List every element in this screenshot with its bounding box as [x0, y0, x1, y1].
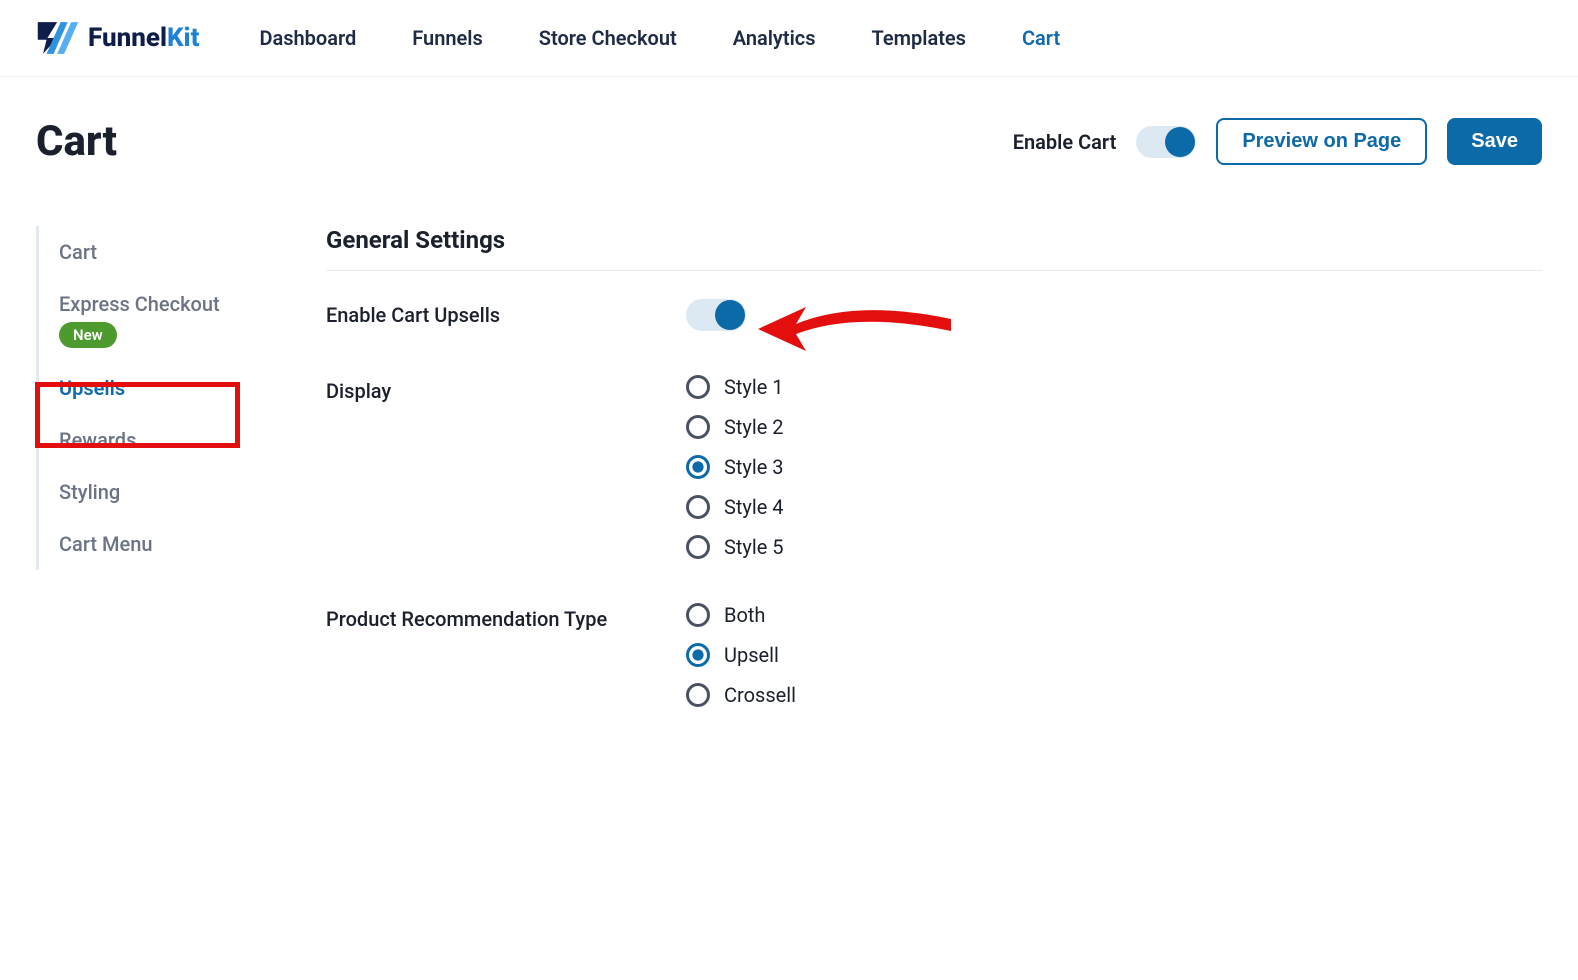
sidebar-item-label: Express Checkout: [59, 292, 220, 316]
nav-cart[interactable]: Cart: [1022, 26, 1060, 50]
radio-icon: [686, 535, 710, 559]
logo[interactable]: FunnelKit: [36, 20, 199, 56]
radio-style-5[interactable]: Style 5: [686, 535, 784, 559]
radio-label: Both: [724, 603, 765, 627]
nav-templates[interactable]: Templates: [872, 26, 966, 50]
rec-type-options: Both Upsell Crossell: [686, 603, 796, 707]
top-nav: Dashboard Funnels Store Checkout Analyti…: [259, 26, 1060, 50]
display-options: Style 1 Style 2 Style 3 Style 4 Style 5: [686, 375, 784, 559]
radio-icon: [686, 375, 710, 399]
radio-style-1[interactable]: Style 1: [686, 375, 784, 399]
radio-label: Style 4: [724, 495, 784, 519]
radio-icon: [686, 495, 710, 519]
enable-upsells-toggle[interactable]: [686, 299, 746, 331]
radio-label: Style 3: [724, 455, 784, 479]
arrow-annotation-icon: [736, 289, 956, 369]
radio-style-3[interactable]: Style 3: [686, 455, 784, 479]
sidebar-item-label: Upsells: [59, 376, 125, 400]
save-button[interactable]: Save: [1447, 118, 1542, 165]
page-header: Cart Enable Cart Preview on Page Save: [0, 77, 1578, 196]
setting-enable-upsells: Enable Cart Upsells: [326, 299, 1542, 331]
content: General Settings Enable Cart Upsells Dis…: [326, 226, 1542, 751]
sidebar-item-styling[interactable]: Styling: [59, 466, 286, 518]
radio-icon: [686, 455, 710, 479]
display-label: Display: [326, 375, 686, 403]
setting-rec-type: Product Recommendation Type Both Upsell …: [326, 603, 1542, 707]
logo-text: FunnelKit: [88, 23, 199, 53]
radio-crossell[interactable]: Crossell: [686, 683, 796, 707]
section-title: General Settings: [326, 226, 1542, 271]
radio-label: Upsell: [724, 643, 779, 667]
page-title: Cart: [36, 117, 117, 166]
radio-both[interactable]: Both: [686, 603, 796, 627]
header-actions: Enable Cart Preview on Page Save: [1013, 118, 1542, 165]
enable-upsells-label: Enable Cart Upsells: [326, 299, 686, 327]
nav-dashboard[interactable]: Dashboard: [259, 26, 356, 50]
enable-cart-label: Enable Cart: [1013, 130, 1117, 154]
nav-analytics[interactable]: Analytics: [733, 26, 816, 50]
topbar: FunnelKit Dashboard Funnels Store Checko…: [0, 0, 1578, 77]
sidebar-item-upsells[interactable]: Upsells: [59, 362, 286, 414]
rec-type-label: Product Recommendation Type: [326, 603, 686, 631]
radio-icon: [686, 683, 710, 707]
toggle-knob: [715, 300, 745, 330]
radio-icon: [686, 603, 710, 627]
radio-label: Crossell: [724, 683, 796, 707]
radio-label: Style 2: [724, 415, 784, 439]
sidebar-item-cart-menu[interactable]: Cart Menu: [59, 518, 286, 570]
toggle-knob: [1165, 127, 1195, 157]
new-badge: New: [59, 322, 117, 348]
radio-icon: [686, 415, 710, 439]
radio-label: Style 5: [724, 535, 784, 559]
radio-style-4[interactable]: Style 4: [686, 495, 784, 519]
sidebar-item-rewards[interactable]: Rewards: [59, 414, 286, 466]
enable-cart-toggle[interactable]: [1136, 126, 1196, 158]
body: Cart Express Checkout New Upsells Reward…: [0, 196, 1578, 791]
radio-label: Style 1: [724, 375, 784, 399]
radio-icon: [686, 643, 710, 667]
sidebar: Cart Express Checkout New Upsells Reward…: [36, 226, 286, 570]
logo-icon: [36, 20, 80, 56]
setting-display: Display Style 1 Style 2 Style 3 Style 4: [326, 375, 1542, 559]
nav-funnels[interactable]: Funnels: [412, 26, 483, 50]
nav-store-checkout[interactable]: Store Checkout: [539, 26, 677, 50]
sidebar-item-express-checkout[interactable]: Express Checkout New: [59, 278, 286, 362]
preview-button[interactable]: Preview on Page: [1216, 118, 1427, 165]
radio-upsell[interactable]: Upsell: [686, 643, 796, 667]
radio-style-2[interactable]: Style 2: [686, 415, 784, 439]
sidebar-item-cart[interactable]: Cart: [59, 226, 286, 278]
